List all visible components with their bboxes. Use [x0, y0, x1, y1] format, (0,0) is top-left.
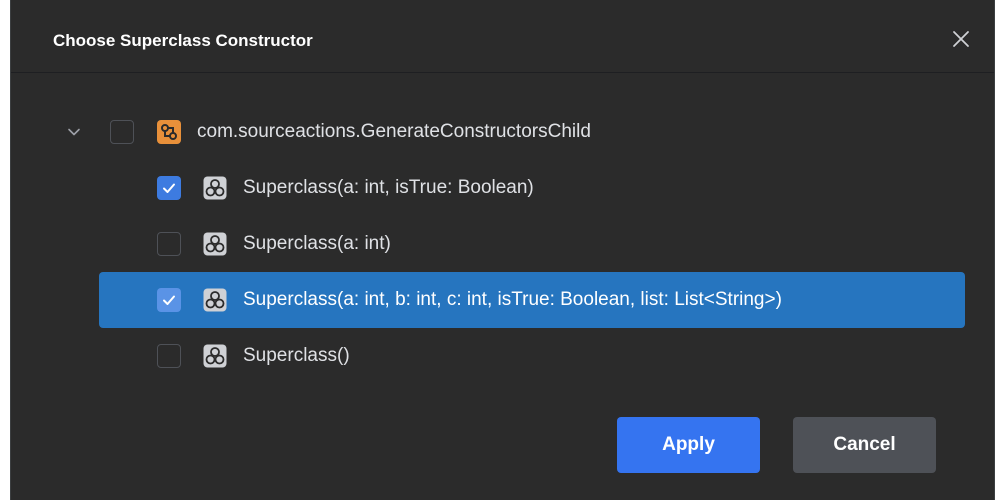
- class-icon: [157, 120, 181, 144]
- tree-item-label: Superclass(a: int, b: int, c: int, isTru…: [243, 289, 782, 310]
- dialog-titlebar: Choose Superclass Constructor: [11, 0, 994, 73]
- tree-item-label: Superclass(): [243, 345, 350, 366]
- chevron-down-icon[interactable]: [66, 124, 82, 140]
- close-button[interactable]: [948, 26, 974, 52]
- checkmark-icon: [163, 295, 175, 305]
- tree-item-row[interactable]: Superclass(a: int): [11, 216, 994, 272]
- choose-superclass-constructor-dialog: Choose Superclass Constructor com.source…: [10, 0, 995, 500]
- tree-item-row[interactable]: Superclass(): [11, 328, 994, 384]
- item-checkbox[interactable]: [157, 288, 181, 312]
- constructor-icon: [203, 288, 227, 312]
- tree-root-row[interactable]: com.sourceactions.GenerateConstructorsCh…: [11, 104, 994, 160]
- checkmark-icon: [163, 183, 175, 193]
- item-checkbox[interactable]: [157, 344, 181, 368]
- close-icon: [953, 31, 969, 47]
- tree-item-label: Superclass(a: int, isTrue: Boolean): [243, 177, 534, 198]
- constructor-icon: [203, 176, 227, 200]
- dialog-title: Choose Superclass Constructor: [53, 31, 313, 50]
- constructor-icon: [203, 344, 227, 368]
- tree-root-label: com.sourceactions.GenerateConstructorsCh…: [197, 121, 591, 142]
- tree-item-label: Superclass(a: int): [243, 233, 391, 254]
- apply-button[interactable]: Apply: [617, 417, 760, 473]
- item-checkbox[interactable]: [157, 232, 181, 256]
- cancel-button[interactable]: Cancel: [793, 417, 936, 473]
- tree-item-row-selected[interactable]: Superclass(a: int, b: int, c: int, isTru…: [99, 272, 965, 328]
- root-checkbox[interactable]: [110, 120, 134, 144]
- constructor-icon: [203, 232, 227, 256]
- item-checkbox[interactable]: [157, 176, 181, 200]
- tree-item-row[interactable]: Superclass(a: int, isTrue: Boolean): [11, 160, 994, 216]
